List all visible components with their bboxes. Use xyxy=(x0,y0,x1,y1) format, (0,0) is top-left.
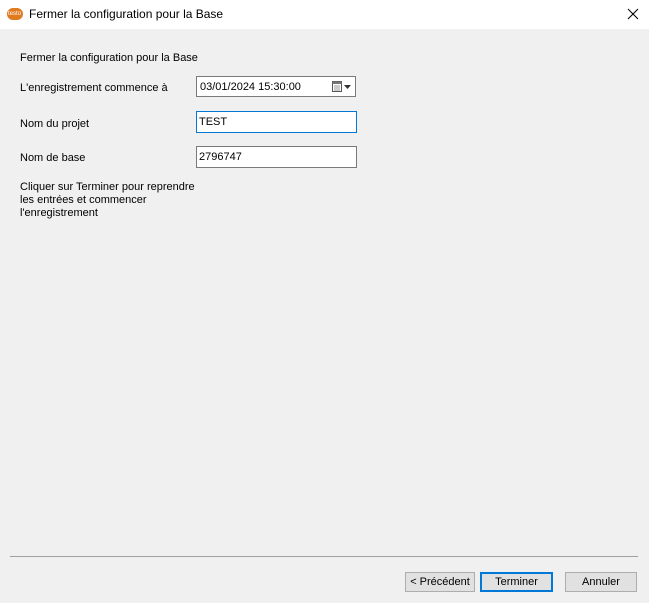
project-label: Nom du projet xyxy=(20,118,90,130)
previous-button[interactable]: < Précédent xyxy=(405,572,475,592)
instruction-line-2: les entrées et commencer xyxy=(20,194,147,206)
start-datetime-picker[interactable]: 03/01/2024 15:30:00 xyxy=(196,76,356,97)
finish-button[interactable]: Terminer xyxy=(480,572,553,592)
footer-separator xyxy=(10,556,638,557)
dialog-window: testo Fermer la configuration pour la Ba… xyxy=(0,0,649,603)
window-title: Fermer la configuration pour la Base xyxy=(29,7,224,21)
chevron-down-icon[interactable] xyxy=(344,85,351,89)
base-label: Nom de base xyxy=(20,152,86,164)
start-datetime-value: 03/01/2024 15:30:00 xyxy=(200,81,301,93)
app-icon-text: testo xyxy=(8,11,22,17)
start-label: L'enregistrement commence à xyxy=(20,82,168,94)
instruction-line-1: Cliquer sur Terminer pour reprendre xyxy=(20,181,195,193)
testo-logo-icon: testo xyxy=(7,8,23,20)
project-name-field[interactable] xyxy=(196,111,357,133)
instruction-text: Cliquer sur Terminer pour reprendre les … xyxy=(20,181,200,220)
close-icon xyxy=(627,8,639,20)
title-bar: testo Fermer la configuration pour la Ba… xyxy=(0,0,649,29)
calendar-icon[interactable] xyxy=(332,81,342,92)
cancel-button[interactable]: Annuler xyxy=(565,572,637,592)
instruction-line-3: l'enregistrement xyxy=(20,207,98,219)
form-heading: Fermer la configuration pour la Base xyxy=(20,52,198,64)
base-name-field[interactable] xyxy=(196,146,357,168)
close-button[interactable] xyxy=(622,4,644,24)
